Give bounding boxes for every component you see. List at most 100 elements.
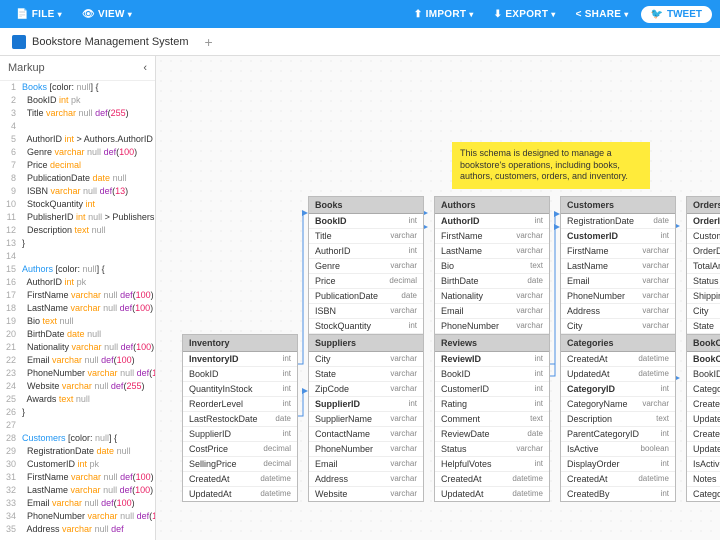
table-row[interactable]: CustomerIDint: [561, 229, 675, 244]
table-row[interactable]: IsActiveboolean: [561, 442, 675, 457]
table-row[interactable]: CreatedAtdatetime: [435, 472, 549, 487]
import-menu[interactable]: ⬆IMPORT▾: [406, 5, 482, 24]
table-row[interactable]: BookIDint: [309, 214, 423, 229]
table-row[interactable]: UpdatedBy: [687, 442, 720, 457]
table-row[interactable]: DisplayOrderint: [561, 457, 675, 472]
table-row[interactable]: CostPricedecimal: [183, 442, 297, 457]
table-row[interactable]: SellingPricedecimal: [183, 457, 297, 472]
table-row[interactable]: Ratingint: [435, 397, 549, 412]
table-row[interactable]: Biotext: [435, 259, 549, 274]
table-row[interactable]: UpdatedAt: [687, 412, 720, 427]
table-row[interactable]: Commenttext: [435, 412, 549, 427]
table-header[interactable]: Reviews: [435, 335, 549, 352]
table-header[interactable]: Suppliers: [309, 335, 423, 352]
table-row[interactable]: Addressvarchar: [561, 304, 675, 319]
table-row[interactable]: LastNamevarchar: [435, 244, 549, 259]
table-row[interactable]: Cityvarchar: [309, 352, 423, 367]
table-row[interactable]: Websitevarchar: [309, 487, 423, 501]
table-row[interactable]: ParentCategoryIDint: [561, 427, 675, 442]
table-row[interactable]: CategoryID: [687, 382, 720, 397]
table-row[interactable]: IsActive: [687, 457, 720, 472]
table-row[interactable]: BookIDint: [183, 367, 297, 382]
table-row[interactable]: ShippingAddress: [687, 289, 720, 304]
table-row[interactable]: LastRestockDatedate: [183, 412, 297, 427]
table-row[interactable]: FirstNamevarchar: [435, 229, 549, 244]
sticky-note[interactable]: This schema is designed to manage a book…: [452, 142, 650, 189]
table-row[interactable]: BirthDatedate: [435, 274, 549, 289]
table-row[interactable]: StockQuantityint: [309, 319, 423, 334]
table-header[interactable]: Inventory: [183, 335, 297, 352]
table-row[interactable]: ReorderLevelint: [183, 397, 297, 412]
table-row[interactable]: City: [687, 304, 720, 319]
file-menu[interactable]: 📄FILE▾: [8, 5, 70, 24]
table-row[interactable]: Addressvarchar: [309, 472, 423, 487]
table-header[interactable]: Customers: [561, 197, 675, 214]
table-row[interactable]: ReviewDatedate: [435, 427, 549, 442]
table-row[interactable]: Titlevarchar: [309, 229, 423, 244]
table-row[interactable]: OrderDate: [687, 244, 720, 259]
table-bookcategories[interactable]: BookCategoriesBookCategoryIDBookIDCatego…: [686, 334, 720, 502]
table-row[interactable]: Emailvarchar: [561, 274, 675, 289]
table-row[interactable]: PhoneNumbervarchar: [561, 289, 675, 304]
table-row[interactable]: FirstNamevarchar: [561, 244, 675, 259]
table-row[interactable]: Pricedecimal: [309, 274, 423, 289]
table-header[interactable]: Authors: [435, 197, 549, 214]
table-row[interactable]: HelpfulVotesint: [435, 457, 549, 472]
table-row[interactable]: Genrevarchar: [309, 259, 423, 274]
view-menu[interactable]: 👁VIEW▾: [74, 5, 140, 24]
table-row[interactable]: PhoneNumbervarchar: [309, 442, 423, 457]
table-row[interactable]: BookIDint: [435, 367, 549, 382]
table-row[interactable]: Emailvarchar: [435, 304, 549, 319]
table-row[interactable]: CategoryIDint: [561, 382, 675, 397]
markup-editor[interactable]: 1Books [color: null] {2 BookID int pk3 T…: [0, 81, 155, 540]
table-row[interactable]: CustomerIDint: [435, 382, 549, 397]
table-row[interactable]: State: [687, 319, 720, 334]
table-row[interactable]: Statusvarchar: [435, 442, 549, 457]
table-row[interactable]: UpdatedAtdatetime: [561, 367, 675, 382]
tab-add-button[interactable]: +: [201, 34, 217, 50]
table-row[interactable]: BookCategoryID: [687, 352, 720, 367]
table-row[interactable]: Nationalityvarchar: [435, 289, 549, 304]
table-row[interactable]: SupplierNamevarchar: [309, 412, 423, 427]
export-menu[interactable]: ⬇EXPORT▾: [486, 5, 564, 24]
collapse-icon[interactable]: ‹: [143, 62, 147, 74]
canvas[interactable]: This schema is designed to manage a book…: [156, 56, 720, 540]
table-row[interactable]: TotalAmount: [687, 259, 720, 274]
table-row[interactable]: OrderID: [687, 214, 720, 229]
tab-schema[interactable]: Bookstore Management System: [8, 35, 193, 49]
table-row[interactable]: SupplierIDint: [183, 427, 297, 442]
tweet-button[interactable]: 🐦TWEET: [641, 6, 712, 23]
table-row[interactable]: BookID: [687, 367, 720, 382]
table-row[interactable]: CategoryOrder: [687, 487, 720, 501]
table-header[interactable]: Orders: [687, 197, 720, 214]
table-row[interactable]: CreatedAtdatetime: [561, 472, 675, 487]
table-row[interactable]: RegistrationDatedate: [561, 214, 675, 229]
table-row[interactable]: QuantityInStockint: [183, 382, 297, 397]
table-header[interactable]: Books: [309, 197, 423, 214]
table-row[interactable]: AuthorIDint: [309, 244, 423, 259]
table-row[interactable]: CreatedAtdatetime: [183, 472, 297, 487]
table-row[interactable]: Status: [687, 274, 720, 289]
table-row[interactable]: UpdatedAtdatetime: [435, 487, 549, 501]
table-row[interactable]: UpdatedAtdatetime: [183, 487, 297, 501]
table-row[interactable]: Emailvarchar: [309, 457, 423, 472]
table-row[interactable]: ContactNamevarchar: [309, 427, 423, 442]
table-row[interactable]: AuthorIDint: [435, 214, 549, 229]
table-row[interactable]: CustomerID: [687, 229, 720, 244]
table-row[interactable]: InventoryIDint: [183, 352, 297, 367]
table-row[interactable]: ZipCodevarchar: [309, 382, 423, 397]
table-row[interactable]: Statevarchar: [309, 367, 423, 382]
table-row[interactable]: CreatedBy: [687, 427, 720, 442]
table-row[interactable]: LastNamevarchar: [561, 259, 675, 274]
table-reviews[interactable]: ReviewsReviewIDintBookIDintCustomerIDint…: [434, 334, 550, 502]
table-row[interactable]: ReviewIDint: [435, 352, 549, 367]
table-row[interactable]: ISBNvarchar: [309, 304, 423, 319]
table-row[interactable]: Cityvarchar: [561, 319, 675, 334]
table-row[interactable]: Descriptiontext: [561, 412, 675, 427]
share-menu[interactable]: <SHARE▾: [568, 5, 637, 24]
table-row[interactable]: CreatedByint: [561, 487, 675, 501]
table-inventory[interactable]: InventoryInventoryIDintBookIDintQuantity…: [182, 334, 298, 502]
table-row[interactable]: PublicationDatedate: [309, 289, 423, 304]
table-suppliers[interactable]: SuppliersCityvarcharStatevarcharZipCodev…: [308, 334, 424, 502]
table-row[interactable]: PhoneNumbervarchar: [435, 319, 549, 334]
